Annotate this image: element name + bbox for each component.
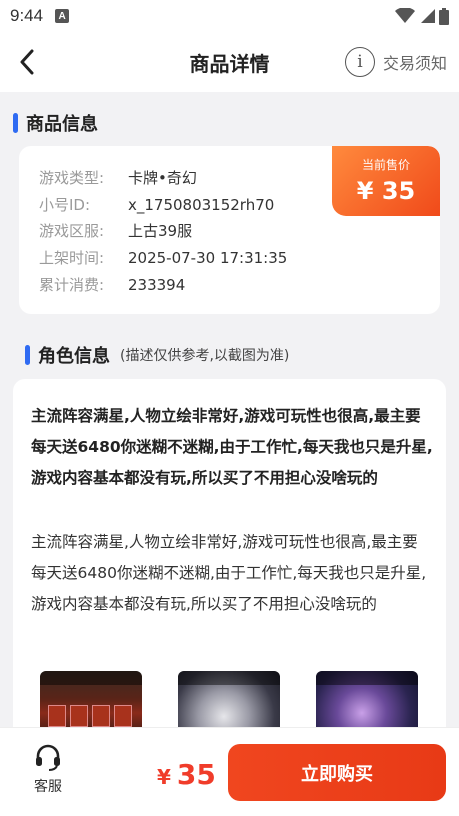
trade-notice-button[interactable]: i 交易须知 bbox=[344, 46, 447, 78]
role-description: 主流阵容满星,人物立绘非常好,游戏可玩性也很高,最主要每天送6480你迷糊不迷糊… bbox=[31, 533, 427, 613]
current-price-value: ¥ 35 bbox=[356, 177, 416, 205]
role-info-note: (描述仅供参考,以截图为准) bbox=[120, 348, 290, 364]
info-icon: i bbox=[344, 47, 375, 77]
app-header: 商品详情 i 交易须知 bbox=[0, 32, 459, 92]
customer-service-label: 客服 bbox=[34, 779, 62, 795]
battery-icon bbox=[439, 7, 449, 25]
wifi-icon bbox=[395, 8, 415, 23]
info-row-account-id: 小号ID: x_1750803152rh70 bbox=[39, 195, 274, 215]
signal-icon bbox=[421, 9, 435, 23]
info-row-listed-time: 上架时间: 2025-07-30 17:31:35 bbox=[39, 248, 287, 268]
info-value: x_1750803152rh70 bbox=[128, 196, 275, 214]
role-description-bold: 主流阵容满星,人物立绘非常好,游戏可玩性也很高,最主要每天送6480你迷糊不迷糊… bbox=[31, 407, 433, 487]
status-icons bbox=[395, 7, 449, 25]
section-accent-bar bbox=[25, 345, 30, 365]
info-row-game-type: 游戏类型: 卡牌•奇幻 bbox=[39, 168, 197, 188]
back-arrow-icon bbox=[20, 49, 34, 75]
status-bar: 9:44 A bbox=[0, 0, 459, 32]
info-value: 2025-07-30 17:31:35 bbox=[128, 249, 288, 267]
info-value: 上古39服 bbox=[128, 222, 193, 240]
price-amount: 35 bbox=[176, 758, 216, 791]
product-info-title: 商品信息 bbox=[26, 114, 98, 135]
info-label: 上架时间: bbox=[39, 249, 105, 267]
info-label: 小号ID: bbox=[39, 196, 91, 214]
info-row-total-spent: 累计消费: 233394 bbox=[39, 275, 185, 295]
notification-icon: A bbox=[55, 9, 70, 23]
back-button[interactable] bbox=[12, 46, 42, 78]
role-info-heading: 角色信息 (描述仅供参考,以截图为准) bbox=[25, 342, 289, 368]
price-currency: ¥ bbox=[157, 765, 171, 789]
info-value: 233394 bbox=[128, 276, 186, 294]
info-label: 游戏区服: bbox=[39, 222, 105, 240]
current-price-label: 当前售价 bbox=[361, 158, 410, 172]
bottom-action-bar: 客服 ¥ 35 立即购买 bbox=[0, 727, 459, 816]
product-info-card: 游戏类型: 卡牌•奇幻 小号ID: x_1750803152rh70 游戏区服:… bbox=[19, 146, 440, 314]
trade-notice-label: 交易须知 bbox=[382, 54, 447, 73]
current-price-tag: 当前售价 ¥ 35 bbox=[332, 146, 440, 216]
bottom-price: ¥ 35 bbox=[157, 758, 216, 791]
info-label: 累计消费: bbox=[39, 276, 105, 294]
customer-service-button[interactable]: 客服 bbox=[20, 742, 76, 802]
role-info-title: 角色信息 bbox=[38, 346, 110, 367]
info-label: 游戏类型: bbox=[39, 169, 105, 187]
role-info-card: 主流阵容满星,人物立绘非常好,游戏可玩性也很高,最主要每天送6480你迷糊不迷糊… bbox=[13, 379, 446, 739]
product-info-heading: 商品信息 bbox=[13, 110, 98, 136]
section-accent-bar bbox=[13, 113, 18, 133]
headset-icon bbox=[36, 744, 60, 771]
buy-now-button[interactable]: 立即购买 bbox=[228, 744, 446, 801]
info-row-server: 游戏区服: 上古39服 bbox=[39, 221, 192, 241]
status-time: 9:44 bbox=[10, 6, 44, 25]
info-value: 卡牌•奇幻 bbox=[128, 169, 197, 187]
